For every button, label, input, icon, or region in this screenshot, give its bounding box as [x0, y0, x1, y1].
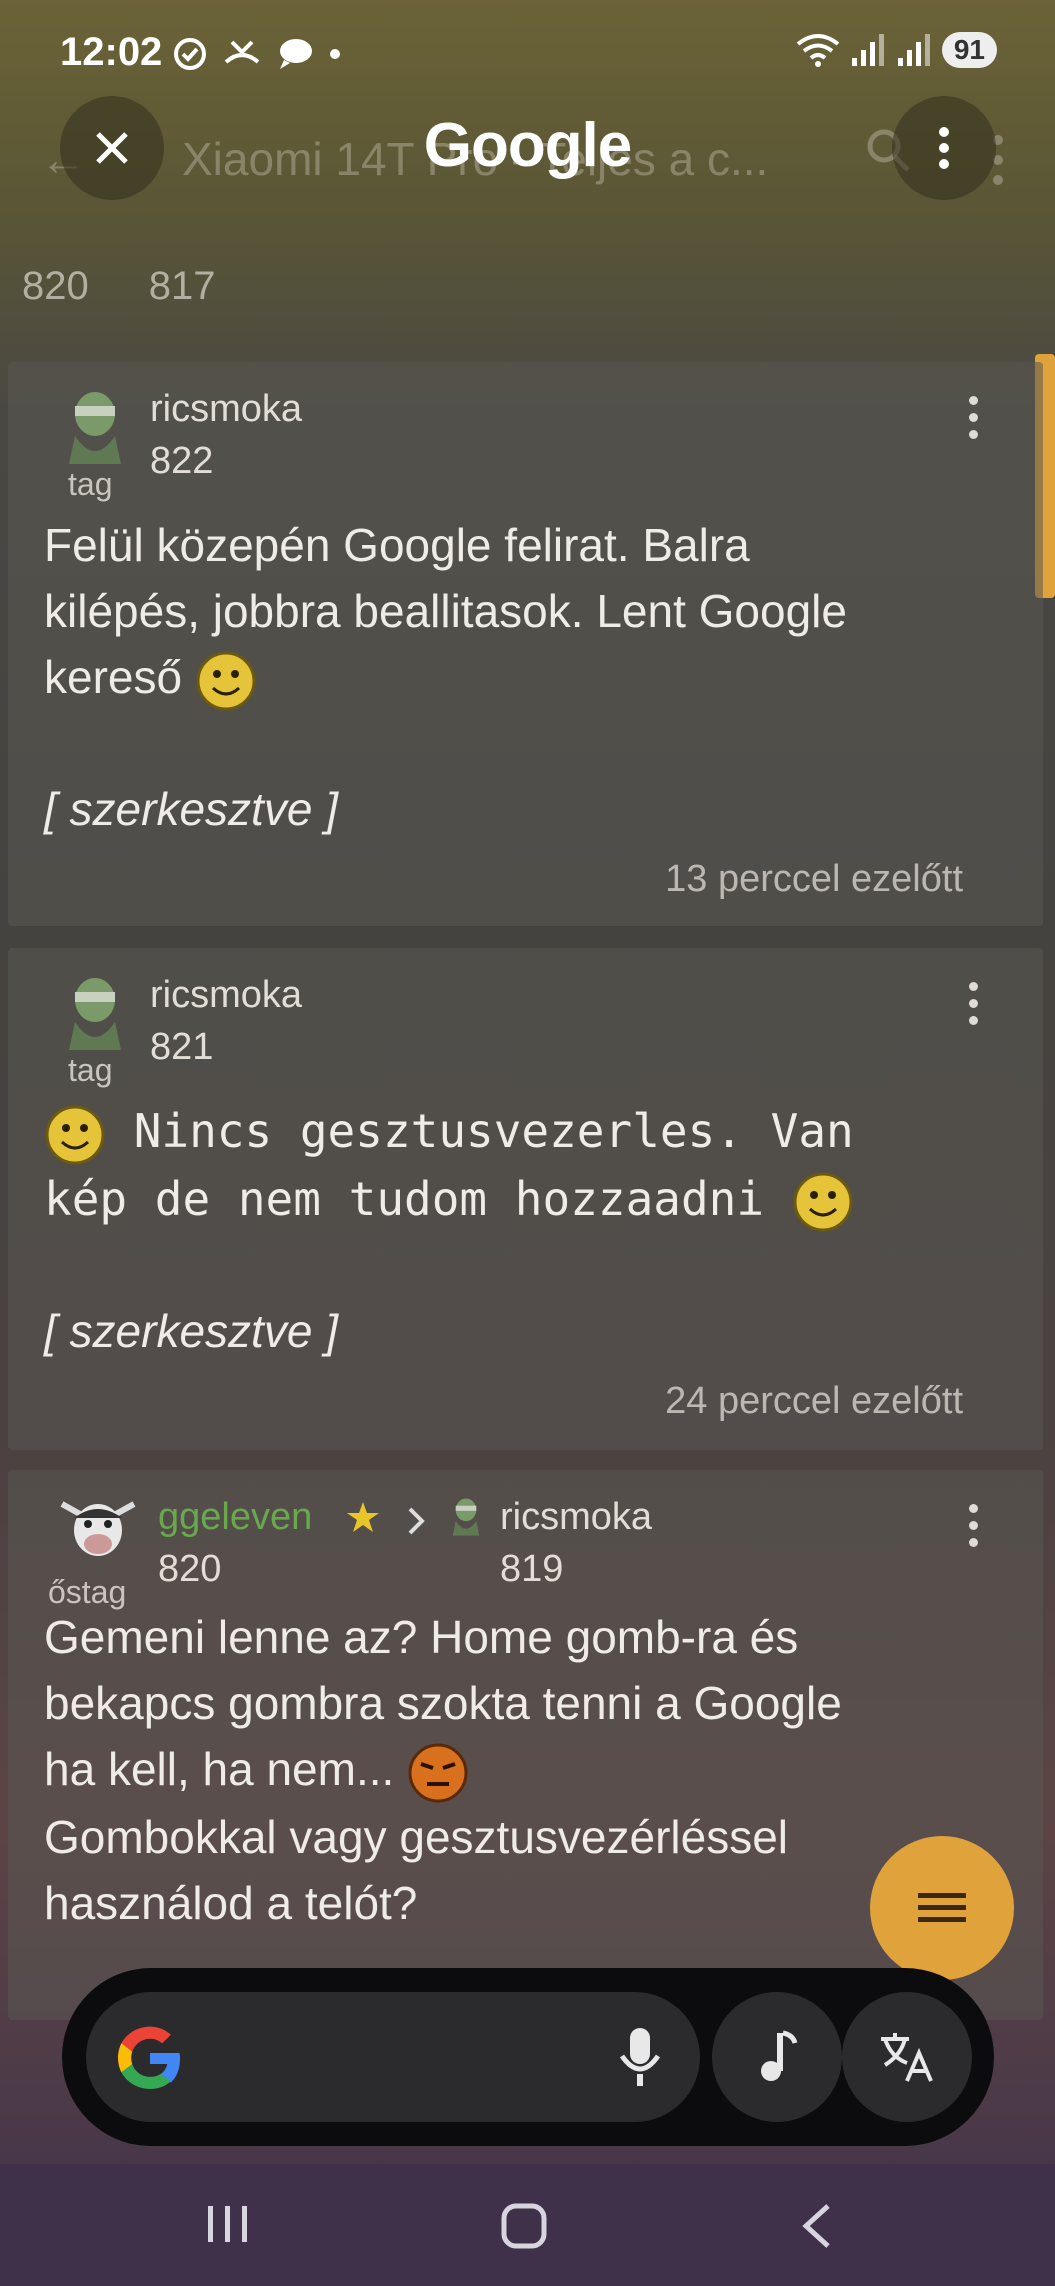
hamburger-icon [918, 1893, 966, 1922]
post-text-line: kereső [44, 651, 183, 703]
battery-level: 91 [941, 32, 997, 68]
avatar [69, 978, 121, 1050]
post-text-line: ha kell, ha nem... [44, 1743, 395, 1795]
page-link[interactable]: 820 [22, 264, 89, 309]
post-number[interactable]: 822 [150, 440, 213, 483]
post-card: tag ricsmoka 822 Felül közepén Google fe… [8, 362, 1043, 926]
wifi-icon [796, 34, 840, 67]
annoyed-smiley-icon [408, 1743, 468, 1803]
notification-icons [172, 36, 342, 72]
user-rank: tag [68, 466, 113, 502]
avatar [60, 1501, 136, 1556]
google-search-input[interactable] [86, 1992, 700, 2122]
translate-icon [881, 2033, 933, 2082]
page-link[interactable]: 817 [149, 264, 216, 309]
menu-button[interactable] [892, 96, 996, 200]
post-text-line: Gombokkal vagy gesztusvezérléssel [44, 1810, 788, 1863]
smiley-icon [45, 1105, 105, 1164]
chat-icon [280, 39, 312, 69]
reply-to-author[interactable]: ricsmoka [500, 1496, 652, 1539]
system-nav-bar [0, 2164, 1055, 2286]
header: ← Xiaomi 14T Pro - Teljes a c... Google [0, 96, 1055, 216]
check-circle-icon [174, 38, 206, 70]
post-body: Gemeni lenne az? Home gomb-ra és bekapcs… [44, 1604, 1003, 1936]
status-right: 91 [796, 32, 997, 68]
status-time: 12:02 [60, 30, 163, 74]
recent-apps-icon[interactable] [206, 2204, 250, 2244]
post-body: Felül közepén Google felirat. Balra kilé… [44, 512, 1003, 712]
music-note-icon [761, 2030, 798, 2081]
missed-call-icon [224, 40, 260, 64]
edited-label: [ szerkesztve ] [44, 1305, 338, 1357]
post-menu-button[interactable] [963, 1504, 983, 1547]
page-numbers: 820 817 [22, 264, 216, 309]
star-icon [347, 1502, 379, 1532]
translate-button[interactable] [842, 1992, 972, 2122]
microphone-icon[interactable] [616, 2026, 664, 2090]
post-number[interactable]: 821 [150, 1026, 213, 1069]
author-name[interactable]: ricsmoka [150, 388, 302, 431]
user-rank: tag [68, 1052, 113, 1088]
chevron-right-icon [408, 1507, 425, 1535]
post-text-line: Gemeni lenne az? Home gomb-ra és [44, 1611, 799, 1663]
signal-icon [851, 34, 884, 66]
music-search-button[interactable] [712, 1992, 842, 2122]
signal-icon-2 [897, 34, 930, 66]
avatar [69, 392, 121, 464]
post-text-line: Nincs gesztusvezerles. Van [106, 1104, 854, 1158]
post-text-line: kilépés, jobbra beallitasok. Lent Google [44, 585, 847, 637]
post-time: 13 perccel ezelőtt [665, 858, 963, 900]
menu-fab-button[interactable] [870, 1836, 1014, 1980]
more-vert-icon [939, 127, 949, 169]
dot-icon [330, 49, 340, 59]
post-body: Nincs gesztusvezerles. Van kép de nem tu… [44, 1098, 1003, 1233]
reply-to-number[interactable]: 819 [500, 1548, 563, 1591]
google-logo-icon [118, 2026, 180, 2089]
author-name[interactable]: ricsmoka [150, 974, 302, 1017]
post-number[interactable]: 820 [158, 1548, 221, 1591]
post-text-line: használod a telót? [44, 1876, 418, 1929]
post-text-line: kép de nem tudom hozzaadni [44, 1171, 765, 1226]
edited-label: [ szerkesztve ] [44, 783, 338, 835]
post-time: 24 perccel ezelőtt [665, 1380, 963, 1422]
smiley-icon [793, 1172, 853, 1232]
reply-avatar [452, 1498, 480, 1536]
post-card: tag ricsmoka 821 Nincs gesztusvezerles. … [8, 948, 1043, 1450]
home-icon[interactable] [500, 2202, 548, 2250]
smiley-icon [196, 651, 256, 711]
post-text-line: Felül közepén Google felirat. Balra [44, 519, 750, 571]
post-menu-button[interactable] [963, 982, 983, 1025]
status-bar: 12:02 91 [0, 0, 1055, 100]
author-name[interactable]: ggeleven [158, 1496, 312, 1539]
post-text-line: bekapcs gombra szokta tenni a Google [44, 1677, 842, 1729]
back-icon[interactable] [800, 2202, 834, 2250]
google-search-bar [62, 1968, 994, 2146]
post-menu-button[interactable] [963, 396, 983, 439]
